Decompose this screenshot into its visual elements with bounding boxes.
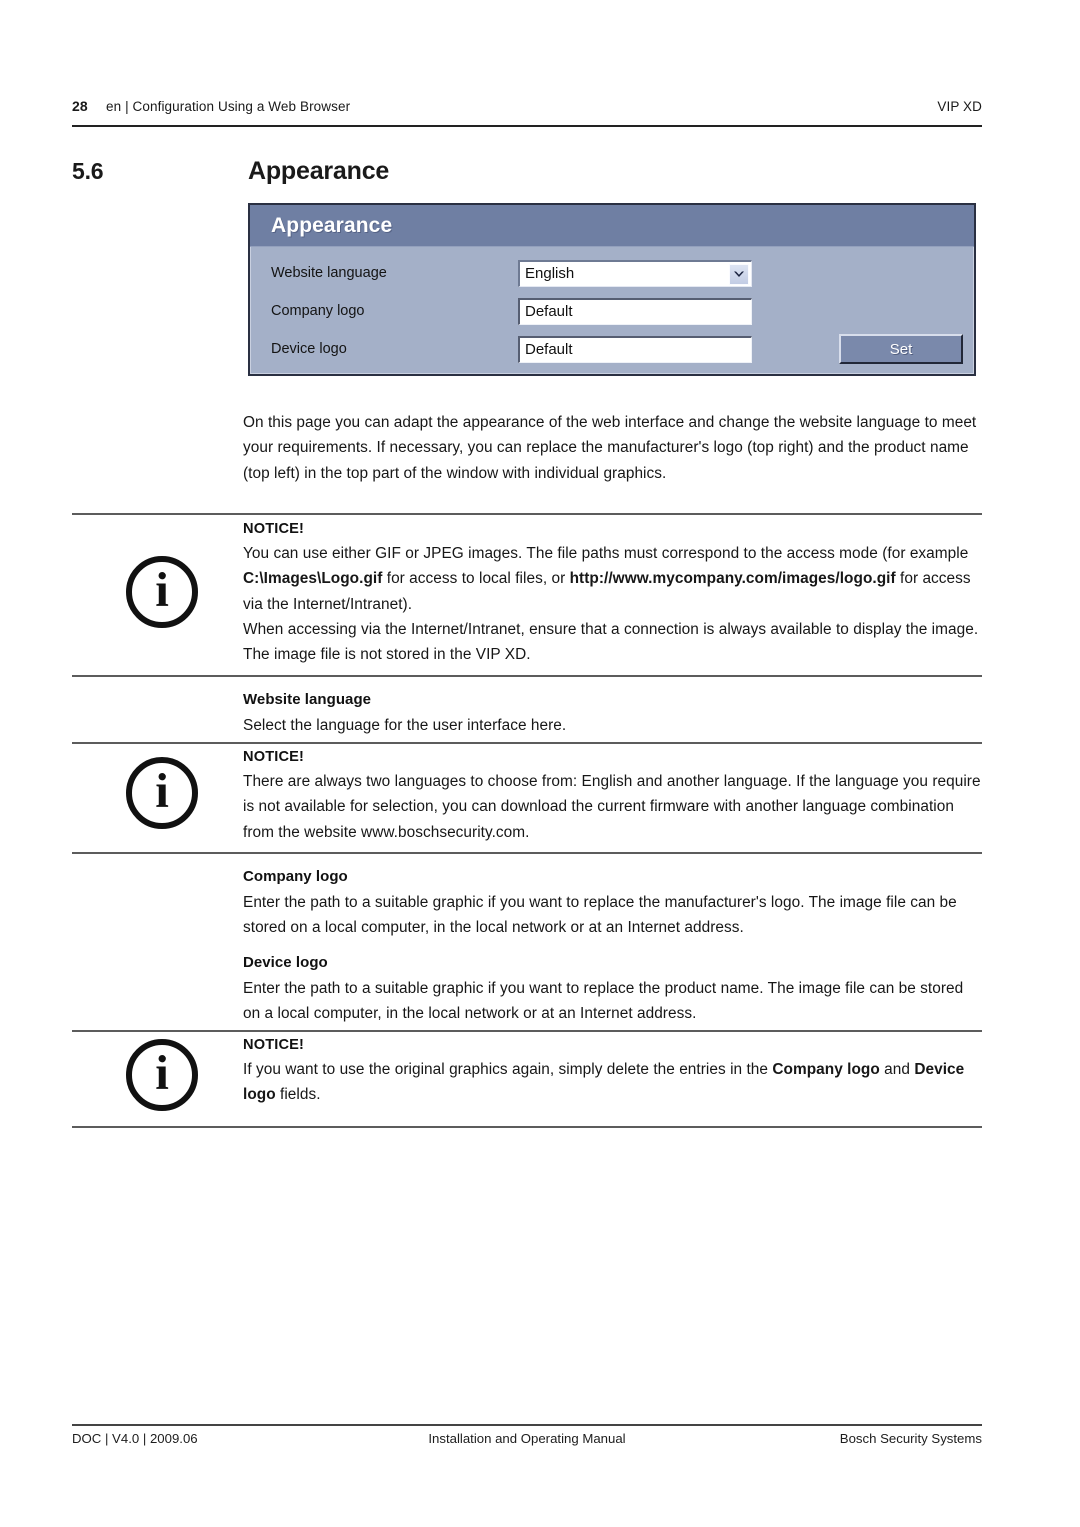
section-number: 5.6 — [72, 158, 104, 184]
website-language-field-wrap: English — [518, 259, 752, 287]
heading-company-logo: Company logo — [243, 868, 348, 885]
page-number: 28 — [72, 98, 88, 114]
website-language-value: English — [525, 265, 575, 282]
panel-title: Appearance — [271, 213, 393, 237]
document-page: 28 en | Configuration Using a Web Browse… — [0, 0, 1080, 1527]
intro-paragraph: On this page you can adapt the appearanc… — [243, 414, 977, 482]
panel-titlebar: Appearance — [250, 205, 974, 247]
divider-4 — [72, 852, 982, 854]
device-logo-field-wrap: Default — [518, 335, 752, 363]
footer-doc-version: DOC | V4.0 | 2009.06 — [72, 1431, 198, 1446]
footer-company: Bosch Security Systems — [839, 1431, 982, 1446]
body-website-language: Select the language for the user interfa… — [243, 717, 567, 734]
info-glyph: i — [155, 561, 169, 617]
notice-label-1: NOTICE! — [243, 521, 305, 537]
info-glyph: i — [155, 762, 169, 818]
body-device-logo: Enter the path to a suitable graphic if … — [243, 980, 964, 1023]
label-website-language: Website language — [271, 265, 387, 281]
label-company-logo: Company logo — [271, 303, 365, 319]
divider-5 — [72, 1030, 982, 1032]
info-icon-1: i — [126, 556, 198, 628]
notice-3-paragraph: If you want to use the original graphics… — [243, 1057, 982, 1108]
row-website-language: Website language English — [250, 254, 974, 292]
notice-1-paragraph-2: When accessing via the Internet/Intranet… — [243, 621, 979, 664]
divider-6 — [72, 1126, 982, 1128]
label-device-logo: Device logo — [271, 341, 347, 357]
notice-1-bold-localpath: C:\Images\Logo.gif — [243, 570, 383, 588]
notice-label-3: NOTICE! — [243, 1037, 305, 1053]
footer-manual-title: Installation and Operating Manual — [428, 1431, 626, 1446]
running-header: 28 en | Configuration Using a Web Browse… — [72, 98, 982, 114]
notice-label-2: NOTICE! — [243, 749, 305, 765]
info-icon-2: i — [126, 757, 198, 829]
header-breadcrumb: en | Configuration Using a Web Browser — [106, 99, 351, 114]
row-company-logo: Company logo Default — [250, 292, 974, 330]
footer-divider — [72, 1424, 982, 1426]
notice-1-paragraph: You can use either GIF or JPEG images. T… — [243, 541, 982, 617]
notice-1-bold-url: http://www.mycompany.com/images/logo.gif — [569, 570, 896, 588]
appearance-settings-panel: Appearance Website language English Comp… — [248, 203, 976, 376]
section-heading: 5.6 Appearance — [72, 157, 982, 186]
heading-website-language: Website language — [243, 691, 372, 708]
chevron-down-icon[interactable] — [729, 263, 749, 285]
notice-2-paragraph: There are always two languages to choose… — [243, 773, 981, 841]
running-footer: DOC | V4.0 | 2009.06 Installation and Op… — [72, 1431, 982, 1446]
notice-3-lead: If you want to use the original graphics… — [243, 1061, 773, 1078]
notice-1-text-a: You can use either GIF or JPEG images. T… — [243, 545, 969, 562]
company-logo-value: Default — [525, 303, 573, 320]
divider-3 — [72, 742, 982, 744]
header-divider — [72, 125, 982, 127]
company-logo-input[interactable]: Default — [518, 297, 752, 325]
company-logo-field-wrap: Default — [518, 297, 752, 325]
notice-1-text-mid: for access to local files, or — [382, 570, 570, 588]
info-glyph: i — [155, 1044, 169, 1100]
divider-2 — [72, 675, 982, 677]
notice-3-mid: and — [879, 1061, 915, 1078]
body-company-logo: Enter the path to a suitable graphic if … — [243, 894, 957, 937]
notice-3-bold-company-logo: Company logo — [772, 1061, 880, 1078]
section-title: Appearance — [248, 157, 390, 185]
heading-device-logo: Device logo — [243, 954, 328, 971]
set-button[interactable]: Set — [839, 334, 963, 364]
divider-1 — [72, 513, 982, 515]
notice-3-tail: fields. — [275, 1086, 321, 1104]
header-product-name: VIP XD — [937, 99, 982, 114]
device-logo-value: Default — [525, 341, 573, 358]
device-logo-input[interactable]: Default — [518, 335, 752, 363]
website-language-select[interactable]: English — [518, 259, 752, 287]
info-icon-3: i — [126, 1039, 198, 1111]
panel-body: Website language English Company logo De… — [250, 247, 974, 374]
